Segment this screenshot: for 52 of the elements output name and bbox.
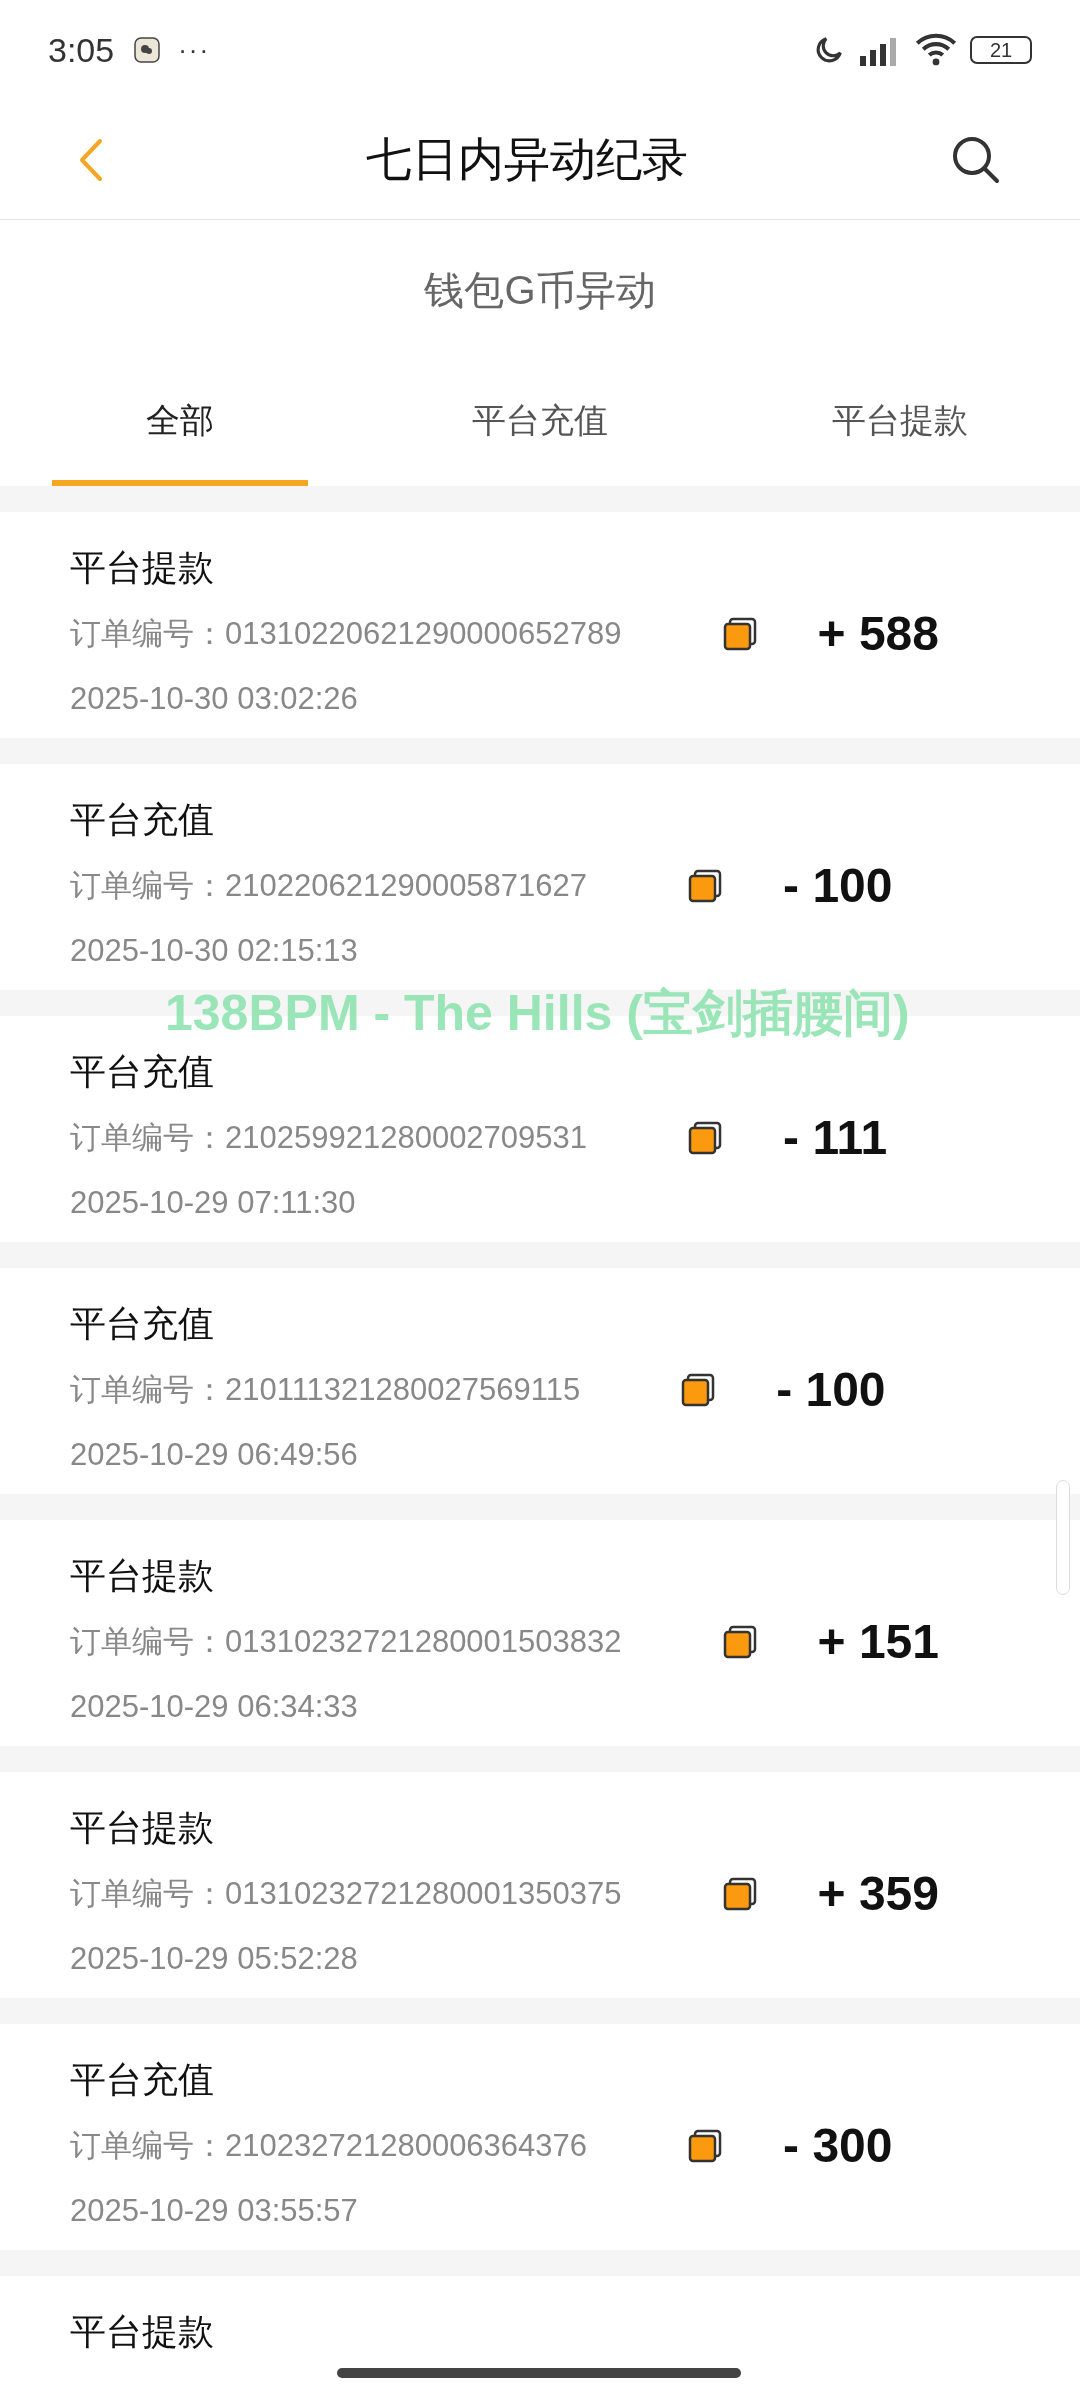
wifi-icon <box>914 33 958 67</box>
status-time: 3:05 <box>48 29 115 71</box>
battery-indicator: 21 <box>970 36 1032 64</box>
record-type: 平台充值 <box>70 798 214 842</box>
copy-icon[interactable] <box>687 868 724 904</box>
record-time: 2025-10-29 06:34:33 <box>70 1688 359 1726</box>
amount: + 359 <box>817 1866 939 1922</box>
record-type: 平台充值 <box>70 1302 214 1346</box>
record-type: 平台提款 <box>70 546 214 590</box>
record-type: 平台提款 <box>70 2310 214 2354</box>
record-type: 平台充值 <box>70 2058 214 2102</box>
amount: + 588 <box>817 606 939 662</box>
page-title: 七日内异动纪录 <box>366 132 688 187</box>
record-time: 2025-10-29 03:55:57 <box>70 2192 359 2230</box>
record-card[interactable]: 平台提款 订单编号：01310232721280001503832 + 151 2025-10-29 06:34:33 <box>0 1520 1080 1746</box>
record-card[interactable]: 平台充值 订单编号：210232721280006364376 - 300 2025-10-29 03:55:57 <box>0 2024 1080 2250</box>
section-title: 钱包G币异动 <box>424 267 656 314</box>
record-time: 2025-10-29 07:11:30 <box>70 1184 357 1222</box>
order-number: 订单编号：210259921280002709531 <box>70 1118 588 1157</box>
record-type: 平台提款 <box>70 1554 214 1598</box>
more-notifications: ··· <box>178 33 211 67</box>
amount: - 100 <box>783 858 893 914</box>
record-type: 平台提款 <box>70 1806 214 1850</box>
amount: - 111 <box>783 1110 888 1166</box>
tab[interactable]: 平台充值 <box>412 360 668 486</box>
record-time: 2025-10-30 03:02:26 <box>70 680 359 718</box>
order-number: 订单编号：01310232721280001350375 <box>70 1874 622 1913</box>
amount: + 151 <box>817 1614 939 1670</box>
record-time: 2025-10-30 02:15:13 <box>70 932 359 970</box>
copy-icon[interactable] <box>721 1624 758 1660</box>
copy-icon[interactable] <box>721 616 758 652</box>
copy-icon[interactable] <box>687 2128 724 2164</box>
order-number: 订单编号：01310232721280001503832 <box>70 1622 622 1661</box>
record-time: 2025-10-29 06:49:56 <box>70 1436 359 1474</box>
record-time: 2025-10-29 05:52:28 <box>70 1940 359 1978</box>
tab[interactable]: 平台提款 <box>772 360 1028 486</box>
record-card[interactable]: 平台充值 订单编号：210111321280027569115 - 100 2025-10-29 06:49:56 <box>0 1268 1080 1494</box>
order-number: 订单编号：01310220621290000652789 <box>70 614 622 653</box>
order-number: 订单编号：210232721280006364376 <box>70 2126 588 2165</box>
tab[interactable]: 全部 <box>52 360 308 486</box>
record-card[interactable]: 平台提款 <box>0 2276 1080 2400</box>
amount: - 300 <box>783 2118 893 2174</box>
copy-icon[interactable] <box>680 1372 717 1408</box>
order-number: 订单编号：210111321280027569115 <box>70 1370 581 1409</box>
chat-app-icon <box>134 37 161 63</box>
copy-icon[interactable] <box>721 1876 758 1912</box>
record-card[interactable]: 平台提款 订单编号：01310220621290000652789 + 588 2025-10-30 03:02:26 <box>0 512 1080 738</box>
record-type: 平台充值 <box>70 1050 214 1094</box>
order-number: 订单编号：210220621290005871627 <box>70 866 588 905</box>
record-card[interactable]: 平台提款 订单编号：01310232721280001350375 + 359 2025-10-29 05:52:28 <box>0 1772 1080 1998</box>
amount: - 100 <box>776 1362 886 1418</box>
copy-icon[interactable] <box>687 1120 724 1156</box>
